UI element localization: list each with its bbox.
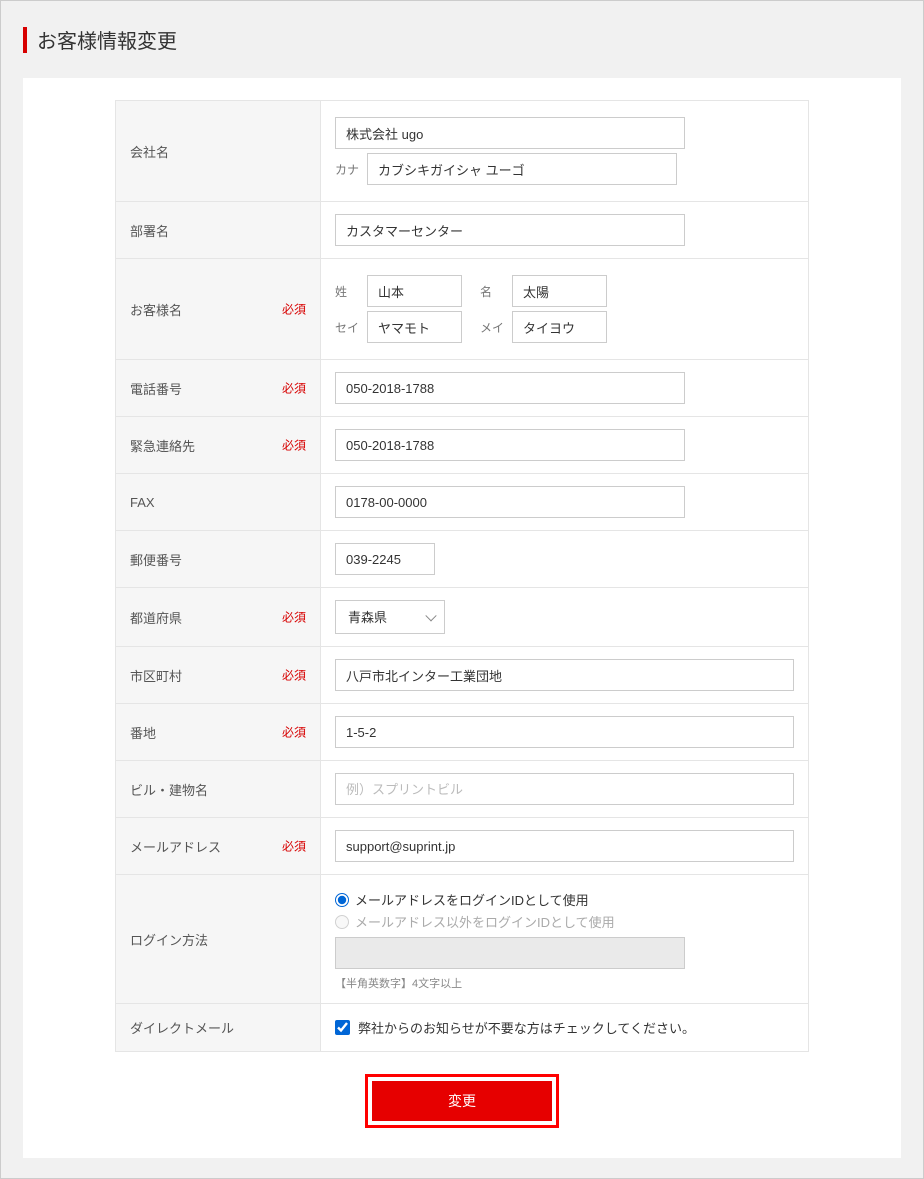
prefecture-select[interactable]: 青森県 bbox=[335, 600, 445, 634]
row-customer-name: お客様名 必須 姓 名 セイ メイ bbox=[116, 259, 809, 360]
submit-area: 変更 bbox=[115, 1074, 809, 1128]
submit-button[interactable]: 変更 bbox=[372, 1081, 552, 1121]
title-accent bbox=[23, 27, 27, 53]
label-email: メールアドレス bbox=[130, 840, 221, 855]
label-emergency: 緊急連絡先 bbox=[130, 439, 195, 454]
mei-input[interactable] bbox=[512, 275, 607, 307]
department-input[interactable] bbox=[335, 214, 685, 246]
building-input[interactable] bbox=[335, 773, 794, 805]
label-mei: 名 bbox=[480, 283, 504, 300]
login-option-other: メールアドレス以外をログインIDとして使用 bbox=[355, 912, 615, 931]
customer-form: 会社名 カナ 部署名 bbox=[115, 100, 809, 1052]
row-prefecture: 都道府県 必須 青森県 bbox=[116, 588, 809, 647]
label-sei-kana: セイ bbox=[335, 319, 359, 336]
row-fax: FAX bbox=[116, 474, 809, 531]
login-id-input bbox=[335, 937, 685, 969]
page-title: お客様情報変更 bbox=[37, 25, 177, 54]
page-header: お客様情報変更 bbox=[1, 1, 923, 78]
label-company: 会社名 bbox=[130, 145, 169, 160]
label-city: 市区町村 bbox=[130, 669, 182, 684]
row-email: メールアドレス 必須 bbox=[116, 818, 809, 875]
label-department: 部署名 bbox=[130, 224, 169, 239]
row-dm: ダイレクトメール 弊社からのお知らせが不要な方はチェックしてください。 bbox=[116, 1004, 809, 1052]
login-hint: 【半角英数字】4文字以上 bbox=[335, 975, 794, 991]
sei-kana-input[interactable] bbox=[367, 311, 462, 343]
label-postal: 郵便番号 bbox=[130, 553, 182, 568]
row-building: ビル・建物名 bbox=[116, 761, 809, 818]
row-street: 番地 必須 bbox=[116, 704, 809, 761]
login-option-email: メールアドレスをログインIDとして使用 bbox=[355, 890, 589, 909]
submit-highlight: 変更 bbox=[365, 1074, 559, 1128]
label-login: ログイン方法 bbox=[130, 933, 208, 948]
form-panel: 会社名 カナ 部署名 bbox=[23, 78, 901, 1158]
required-badge: 必須 bbox=[282, 724, 306, 741]
login-radio-other[interactable] bbox=[335, 915, 349, 929]
emergency-input[interactable] bbox=[335, 429, 685, 461]
login-radio-email[interactable] bbox=[335, 893, 349, 907]
page-container: お客様情報変更 会社名 カナ bbox=[0, 0, 924, 1179]
label-fax: FAX bbox=[130, 495, 155, 510]
required-badge: 必須 bbox=[282, 301, 306, 318]
row-city: 市区町村 必須 bbox=[116, 647, 809, 704]
row-emergency: 緊急連絡先 必須 bbox=[116, 417, 809, 474]
row-tel: 電話番号 必須 bbox=[116, 360, 809, 417]
city-input[interactable] bbox=[335, 659, 794, 691]
dm-text: 弊社からのお知らせが不要な方はチェックしてください。 bbox=[358, 1018, 695, 1037]
dm-checkbox[interactable] bbox=[335, 1020, 350, 1035]
email-input[interactable] bbox=[335, 830, 794, 862]
postal-input[interactable] bbox=[335, 543, 435, 575]
label-sei: 姓 bbox=[335, 283, 359, 300]
label-company-kana: カナ bbox=[335, 161, 359, 178]
label-building: ビル・建物名 bbox=[130, 783, 208, 798]
street-input[interactable] bbox=[335, 716, 794, 748]
required-badge: 必須 bbox=[282, 437, 306, 454]
label-prefecture: 都道府県 bbox=[130, 611, 182, 626]
mei-kana-input[interactable] bbox=[512, 311, 607, 343]
required-badge: 必須 bbox=[282, 380, 306, 397]
sei-input[interactable] bbox=[367, 275, 462, 307]
label-customer-name: お客様名 bbox=[130, 303, 182, 318]
label-mei-kana: メイ bbox=[480, 319, 504, 336]
row-department: 部署名 bbox=[116, 202, 809, 259]
company-input[interactable] bbox=[335, 117, 685, 149]
required-badge: 必須 bbox=[282, 838, 306, 855]
required-badge: 必須 bbox=[282, 667, 306, 684]
row-company: 会社名 カナ bbox=[116, 101, 809, 202]
required-badge: 必須 bbox=[282, 609, 306, 626]
label-dm: ダイレクトメール bbox=[130, 1021, 234, 1036]
tel-input[interactable] bbox=[335, 372, 685, 404]
row-postal: 郵便番号 bbox=[116, 531, 809, 588]
company-kana-input[interactable] bbox=[367, 153, 677, 185]
label-tel: 電話番号 bbox=[130, 382, 182, 397]
fax-input[interactable] bbox=[335, 486, 685, 518]
label-street: 番地 bbox=[130, 726, 156, 741]
row-login: ログイン方法 メールアドレスをログインIDとして使用 メールアドレス以外をログイ… bbox=[116, 875, 809, 1004]
